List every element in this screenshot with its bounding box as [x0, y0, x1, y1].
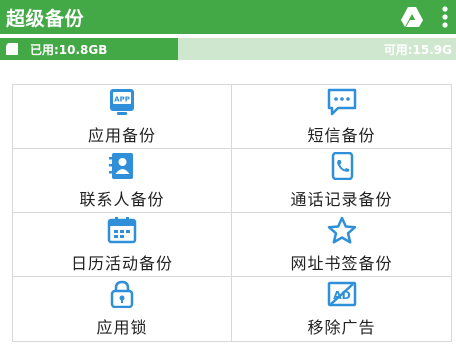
calendar-backup-button[interactable]: 日历活动备份 [13, 213, 232, 277]
remove-ads-button[interactable]: AD 移除广告 [232, 277, 451, 341]
call-log-backup-button[interactable]: 通话记录备份 [232, 149, 451, 213]
app-bar-actions [400, 6, 448, 28]
svg-text:APP: APP [114, 95, 130, 103]
bookmark-backup-label: 网址书签备份 [290, 253, 393, 273]
calendar-backup-label: 日历活动备份 [70, 253, 173, 273]
sms-icon [327, 88, 356, 115]
sms-backup-label: 短信备份 [307, 125, 376, 145]
contacts-icon [109, 152, 133, 179]
contacts-backup-label: 联系人备份 [79, 189, 165, 209]
app-lock-button[interactable]: 应用锁 [13, 277, 232, 341]
storage-free-label: 可用:15.9G [383, 43, 452, 57]
bookmark-backup-button[interactable]: 网址书签备份 [232, 213, 451, 277]
google-drive-icon[interactable] [400, 6, 424, 28]
app-title: 超级备份 [6, 7, 85, 30]
lock-icon [110, 280, 134, 308]
call-log-icon [331, 151, 353, 180]
app-lock-label: 应用锁 [96, 318, 148, 337]
contacts-backup-button[interactable]: 联系人备份 [13, 149, 232, 213]
app-bar: 超级备份 [0, 0, 456, 34]
calendar-icon [107, 216, 137, 243]
app-backup-label: 应用备份 [87, 125, 156, 145]
call-log-backup-label: 通话记录备份 [290, 189, 393, 209]
remove-ads-icon: AD [327, 281, 356, 307]
remove-ads-label: 移除广告 [307, 318, 376, 337]
app-backup-button[interactable]: APP 应用备份 [13, 85, 232, 149]
storage-used-label: 已用:10.8GB [30, 42, 108, 57]
sd-card-icon [6, 43, 18, 55]
more-vertical-icon[interactable] [442, 6, 448, 28]
bookmark-star-icon [327, 216, 356, 244]
storage-bar: 已用:10.8GB 可用:15.9G [0, 38, 456, 60]
backup-grid: APP 应用备份 短信备份 联系人备份 通话记录备份 日历活动备份 网址书签备份… [12, 84, 452, 342]
app-icon: APP [110, 88, 134, 115]
app-screen: 超级备份 已用:10.8GB 可用:15.9G APP 应用备份 短信备份 联系… [0, 0, 456, 346]
sms-backup-button[interactable]: 短信备份 [232, 85, 451, 149]
storage-used-fill: 已用:10.8GB [0, 38, 178, 60]
